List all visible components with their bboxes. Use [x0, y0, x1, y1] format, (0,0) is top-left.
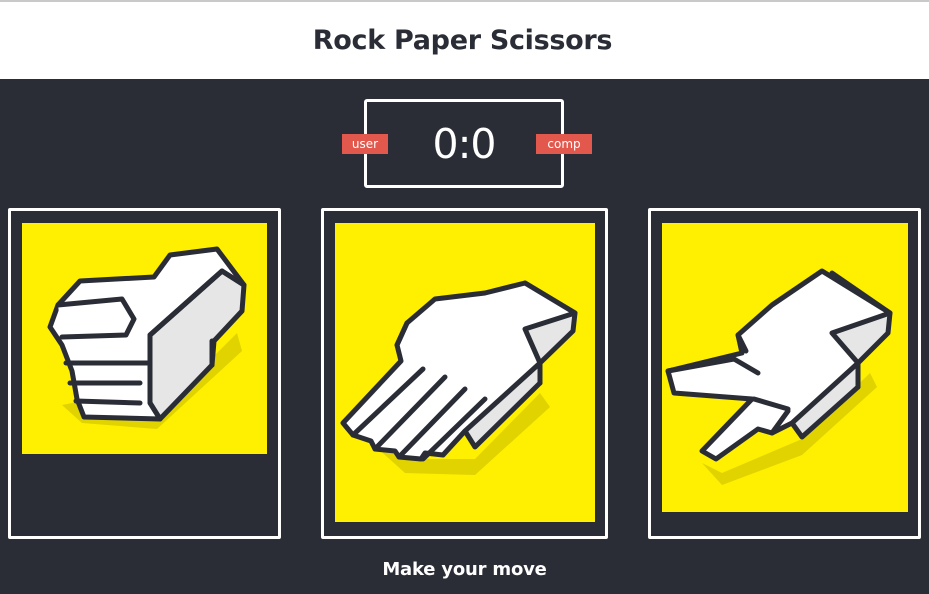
paper-choice-button[interactable] [321, 208, 608, 539]
score-display: 0:0 [432, 119, 497, 168]
rock-hand-icon [47, 246, 247, 429]
rock-choice-button[interactable] [8, 208, 281, 539]
status-message: Make your move [382, 559, 547, 580]
user-badge: user [342, 134, 388, 154]
comp-badge: comp [536, 134, 592, 154]
page-title: Rock Paper Scissors [312, 25, 613, 56]
paper-tile [335, 223, 595, 522]
scissors-hand-icon [665, 268, 893, 485]
score-board: user 0:0 comp [342, 99, 592, 188]
rock-tile [22, 223, 267, 454]
page-header: Rock Paper Scissors [0, 2, 929, 79]
scissors-tile [662, 223, 908, 512]
scissors-choice-button[interactable] [648, 208, 921, 539]
paper-hand-icon [340, 280, 578, 475]
